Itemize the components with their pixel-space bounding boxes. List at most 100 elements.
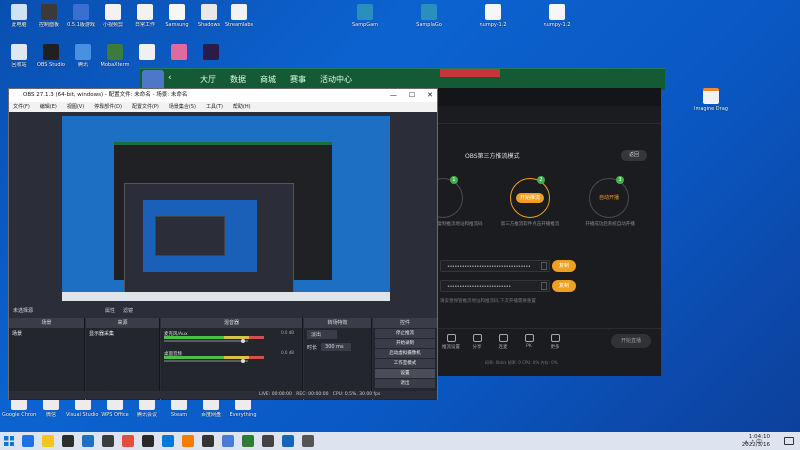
clock-date: 2022/3/16 [741,442,770,448]
volume-knob[interactable] [241,339,245,343]
desktop-icon[interactable]: 回收站 [2,44,36,68]
taskbar-app-icon[interactable] [262,435,274,447]
filters-button[interactable]: 滤镜 [123,307,133,314]
studio-mode-button[interactable]: 工作室模式 [375,359,435,368]
taskbar-app-icon[interactable] [302,435,314,447]
start-push-button[interactable]: 开始推流 [516,193,544,203]
transition-type-row: 淡出 [304,328,371,341]
taskbar-app-icon[interactable] [102,435,114,447]
start-button[interactable] [4,436,14,446]
desktop-icon[interactable]: 日常工作 [128,4,162,28]
push-url-field[interactable]: •••••••••••••••••••••••••••••••••• [440,260,550,272]
taskbar-app-icon[interactable] [162,435,174,447]
taskbar-app-icon[interactable] [22,435,34,447]
desktop-icon[interactable]: SampGam [348,4,382,28]
desktop-icon-label: MobaXterm [100,62,130,68]
close-button[interactable]: ✕ [427,89,433,102]
push-key-field[interactable]: •••••••••••••••••••••••••• [440,280,550,292]
mixer-header: 混音器 [161,318,302,328]
start-virtual-camera-button[interactable]: 启动虚拟摄像机 [375,349,435,358]
desktop-icon[interactable]: numpy-1.2 [476,4,510,28]
nav-store[interactable]: 商城 [260,74,276,85]
copy-icon[interactable] [541,282,547,290]
minimize-button[interactable]: — [390,89,397,102]
source-item[interactable]: 显示器采集 [86,328,159,339]
transition-type-select[interactable]: 淡出 [307,330,337,339]
taskbar-app-icon[interactable] [202,435,214,447]
menu-file[interactable]: 文件(F) [13,102,30,112]
desktop-icon[interactable]: numpy-1.2 [540,4,574,28]
desktop-icon[interactable]: SamplaGo [412,4,446,28]
taskbar-app-icon[interactable] [182,435,194,447]
tool-link-mic[interactable]: 连麦 [493,334,513,350]
desktop-icon[interactable]: MobaXterm [98,44,132,68]
maximize-button[interactable]: ☐ [409,89,415,102]
copy-icon[interactable] [541,262,547,270]
tool-share[interactable]: 分享 [467,334,487,350]
volume-knob[interactable] [241,359,245,363]
properties-button[interactable]: 属性 [105,307,115,314]
desktop-icon[interactable] [130,44,164,62]
taskbar-app-icon[interactable] [42,435,54,447]
menu-profile[interactable]: 配置文件(P) [132,102,159,112]
app-icon [11,44,27,60]
start-recording-button[interactable]: 开始录制 [375,339,435,348]
desktop-icon[interactable]: Shadows [192,4,226,28]
settings-button[interactable]: 设置 [375,369,435,378]
mixer-channel-desktop[interactable]: 桌面音频 0.0 dB [161,348,302,368]
taskbar-app-icon[interactable] [222,435,234,447]
menu-view[interactable]: 视图(V) [67,102,84,112]
tool-more[interactable]: 更多 [545,334,565,350]
desktop-icon[interactable] [162,44,196,62]
menu-tools[interactable]: 工具(T) [206,102,223,112]
volume-slider[interactable] [164,360,248,362]
game-client-window[interactable]: ‹ 大厅 数据 商城 赛事 活动中心 [140,68,665,90]
desktop-icon[interactable]: Samsung [160,4,194,28]
taskbar-app-icon[interactable] [242,435,254,447]
menu-scene-collection[interactable]: 场景集合(S) [169,102,196,112]
taskbar-app-icon[interactable] [82,435,94,447]
start-live-button[interactable]: 开始直播 [611,334,651,348]
desktop-icon[interactable]: 腾讯 [66,44,100,68]
duration-input[interactable]: 300 ms [321,343,352,351]
menu-help[interactable]: 帮助(H) [233,102,251,112]
taskbar-app-icon[interactable] [122,435,134,447]
app-icon [485,4,501,20]
clock[interactable]: 1:04:10 2022/3/16 [742,433,770,449]
mixer-channel-mic[interactable]: 麦克风/Aux 0.0 dB [161,328,302,348]
tool-push-settings[interactable]: 推流设置 [441,334,461,350]
share-icon [472,334,482,342]
copy-key-button[interactable]: 复制 [552,280,576,292]
stop-streaming-button[interactable]: 停止推流 [375,329,435,338]
desktop-icon[interactable]: 控制面板 [32,4,66,28]
tool-pk[interactable]: PK [519,334,539,349]
desktop-icon[interactable]: 小视频剪 [96,4,130,28]
exit-button[interactable]: 退出 [375,379,435,388]
taskbar-app-icon[interactable] [62,435,74,447]
desktop-icon[interactable]: Streamlabs [222,4,256,28]
menu-edit[interactable]: 编辑(E) [40,102,57,112]
nav-activity[interactable]: 活动中心 [320,74,352,85]
desktop-icon[interactable]: OBS Studio [34,44,68,68]
scene-item[interactable]: 场景 [9,328,84,339]
nav-lobby[interactable]: 大厅 [200,74,216,85]
desktop-icon[interactable]: 0.5.1版游戏 [64,4,98,28]
menu-docks[interactable]: 停靠部件(D) [94,102,122,112]
auto-live-label: 自动开播 [598,195,619,201]
desktop-file-imagine-dragons[interactable]: Imagine Dragons - ... [694,88,728,112]
copy-url-button[interactable]: 复制 [552,260,576,272]
obs-preview[interactable] [62,116,390,301]
notification-icon[interactable] [784,437,794,445]
obs-titlebar: OBS 27.1.3 (64-bit, windows) - 配置文件: 未命名… [9,89,437,102]
nav-data[interactable]: 数据 [230,74,246,85]
back-button[interactable]: 返回 [621,150,647,161]
desktop-icon[interactable]: 此电脑 [2,4,36,28]
nav-events[interactable]: 赛事 [290,74,306,85]
desktop-icon-label: Shadows [197,22,221,28]
taskbar-app-icon[interactable] [142,435,154,447]
volume-slider[interactable] [164,340,248,342]
desktop-icon[interactable] [194,44,228,62]
promo-banner[interactable] [440,69,500,77]
taskbar-app-icon[interactable] [282,435,294,447]
back-arrow-icon[interactable]: ‹ [168,73,172,83]
